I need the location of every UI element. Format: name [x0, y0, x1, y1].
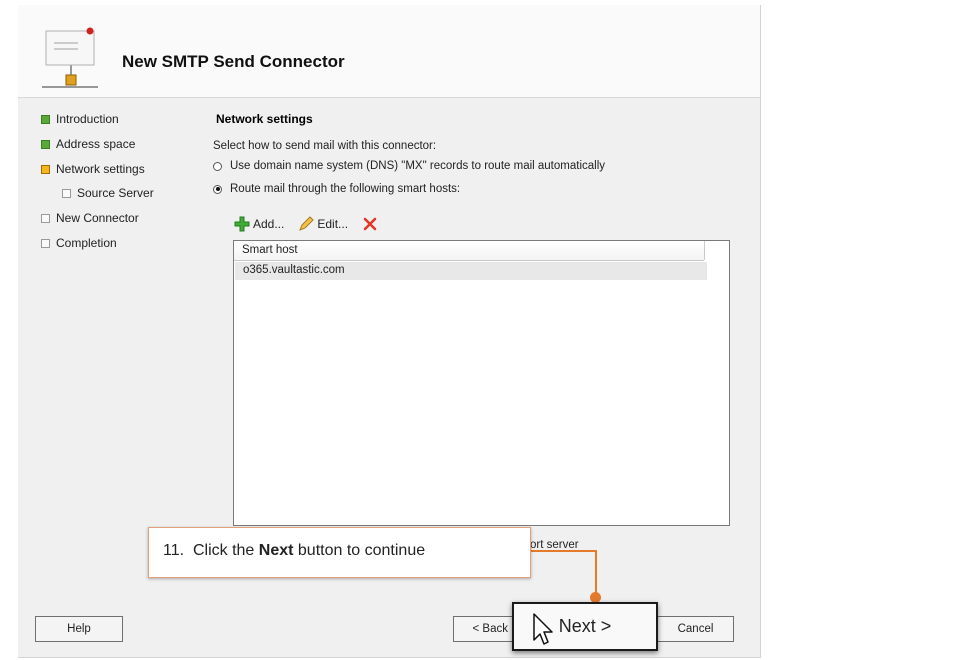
radio-label: Use domain name system (DNS) "MX" record…	[230, 160, 606, 172]
dns-mx-radio[interactable]: Use domain name system (DNS) "MX" record…	[213, 160, 605, 172]
column-divider	[704, 241, 705, 260]
step-source-server: Source Server	[62, 186, 154, 200]
step-network-settings: Network settings	[41, 162, 145, 176]
smart-host-value: o365.vaultastic.com	[243, 264, 345, 276]
radio-unselected-icon[interactable]	[213, 161, 222, 171]
wizard-title: New SMTP Send Connector	[122, 52, 345, 71]
wizard-header	[18, 5, 760, 97]
step-label: New Connector	[56, 211, 139, 225]
edit-button[interactable]: Edit...	[298, 216, 348, 232]
section-title: Network settings	[216, 112, 313, 126]
step-pending-icon	[41, 213, 50, 223]
table-row[interactable]: o365.vaultastic.com	[235, 262, 707, 280]
step-completion: Completion	[41, 236, 117, 250]
add-plus-icon	[234, 216, 250, 232]
radio-selected-icon[interactable]	[213, 184, 222, 194]
step-pending-icon	[41, 238, 50, 248]
mouse-cursor-icon	[533, 613, 553, 645]
radio-label: Route mail through the following smart h…	[230, 183, 461, 195]
step-label: Network settings	[56, 162, 145, 176]
list-header: Smart host	[234, 241, 704, 261]
smart-host-radio[interactable]: Route mail through the following smart h…	[213, 183, 460, 195]
edit-pencil-icon	[299, 216, 315, 231]
step-complete-icon	[41, 139, 50, 149]
smart-host-toolbar: Add... Edit...	[234, 216, 378, 232]
step-label: Introduction	[56, 112, 119, 126]
smart-host-list[interactable]: Smart host o365.vaultastic.com	[233, 240, 730, 526]
step-label: Address space	[56, 137, 136, 151]
delete-x-icon	[363, 217, 377, 231]
add-button[interactable]: Add...	[234, 216, 284, 232]
step-address-space: Address space	[41, 137, 135, 151]
step-complete-icon	[41, 114, 50, 124]
step-introduction: Introduction	[41, 112, 119, 126]
help-button[interactable]: Help	[35, 616, 123, 642]
cancel-button[interactable]: Cancel	[657, 616, 734, 642]
step-new-connector: New Connector	[41, 211, 139, 225]
callout-connector-line	[595, 550, 597, 595]
step-label: Completion	[56, 236, 117, 250]
routing-prompt: Select how to send mail with this connec…	[213, 140, 437, 152]
step-pending-icon	[62, 188, 71, 198]
header-divider	[18, 97, 760, 98]
tutorial-callout: 11. Click the Next button to continue	[148, 527, 531, 578]
callout-text: 11. Click the Next button to continue	[163, 542, 426, 559]
step-current-icon	[41, 164, 50, 174]
smtp-connector-icon	[42, 27, 98, 88]
callout-connector-line	[530, 550, 596, 552]
step-label: Source Server	[77, 186, 154, 200]
back-button[interactable]: < Back	[453, 616, 515, 642]
column-header-smart-host[interactable]: Smart host	[242, 244, 298, 256]
remove-button[interactable]	[362, 216, 378, 232]
